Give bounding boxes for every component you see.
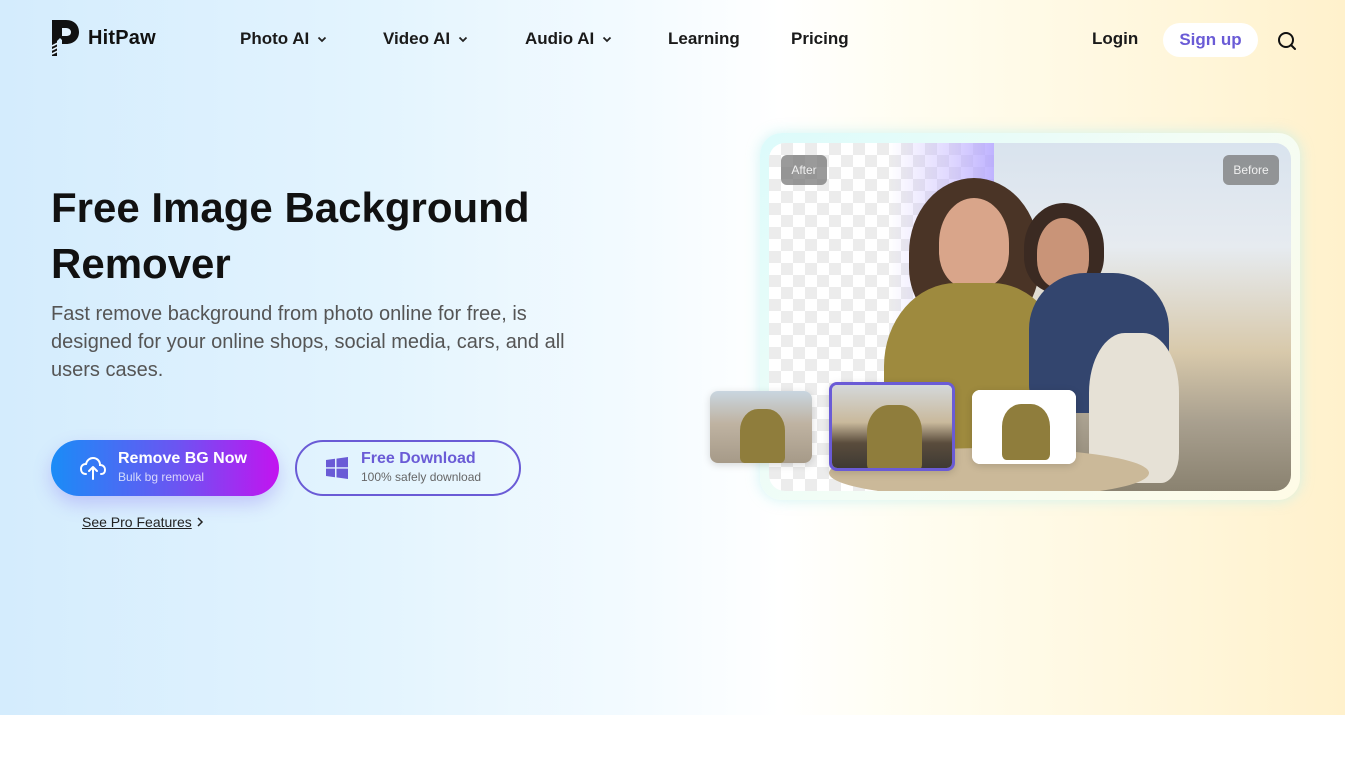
thumbnail-white-background[interactable] (972, 390, 1076, 464)
thumbnail-people (1002, 404, 1050, 460)
nav-photo-ai[interactable]: Photo AI (240, 29, 327, 49)
cloud-upload-icon (79, 456, 107, 480)
nav-label: Video AI (383, 29, 451, 48)
button-label: Remove BG Now (118, 450, 247, 467)
nav-label: Audio AI (525, 29, 595, 48)
login-link[interactable]: Login (1092, 29, 1138, 49)
hero-section: HitPaw Photo AI Video AI Audio AI Learni… (0, 0, 1345, 715)
signup-button[interactable]: Sign up (1163, 23, 1258, 57)
nav-label: Learning (668, 29, 740, 48)
link-label: See Pro Features (82, 514, 192, 530)
brand-logo[interactable]: HitPaw (50, 18, 156, 58)
thumbnail-people (867, 405, 922, 468)
free-download-button[interactable]: Free Download 100% safely download (295, 440, 521, 496)
search-icon[interactable] (1277, 31, 1297, 51)
nav-label: Photo AI (240, 29, 310, 48)
page-title: Free Image Background Remover (51, 184, 530, 287)
after-label-badge: After (781, 155, 827, 185)
thumbnail-people (740, 409, 785, 463)
remove-bg-now-button[interactable]: Remove BG Now Bulk bg removal (51, 440, 279, 496)
hitpaw-logo-icon (51, 20, 79, 56)
chevron-down-icon (458, 36, 468, 43)
nav-video-ai[interactable]: Video AI (383, 29, 468, 49)
button-label: Free Download (361, 450, 476, 467)
button-sublabel: 100% safely download (361, 470, 482, 484)
chevron-down-icon (318, 36, 327, 43)
button-sublabel: Bulk bg removal (118, 470, 205, 484)
person-left-face (939, 198, 1009, 288)
nav-audio-ai[interactable]: Audio AI (525, 29, 612, 49)
thumbnail-sunset-background[interactable] (829, 382, 955, 471)
thumbnail-desert-background[interactable] (710, 391, 812, 463)
chevron-right-icon (197, 517, 203, 527)
chevron-down-icon (603, 36, 612, 43)
page-content-below (0, 715, 1345, 768)
windows-icon (326, 457, 348, 479)
top-navigation: HitPaw Photo AI Video AI Audio AI Learni… (0, 0, 1345, 80)
nav-label: Pricing (791, 29, 849, 48)
before-label-badge: Before (1223, 155, 1279, 185)
nav-pricing[interactable]: Pricing (791, 29, 849, 49)
brand-name: HitPaw (88, 26, 156, 49)
see-pro-features-link[interactable]: See Pro Features (82, 514, 204, 530)
nav-learning[interactable]: Learning (668, 29, 740, 49)
hero-subtitle: Fast remove background from photo online… (51, 303, 565, 381)
